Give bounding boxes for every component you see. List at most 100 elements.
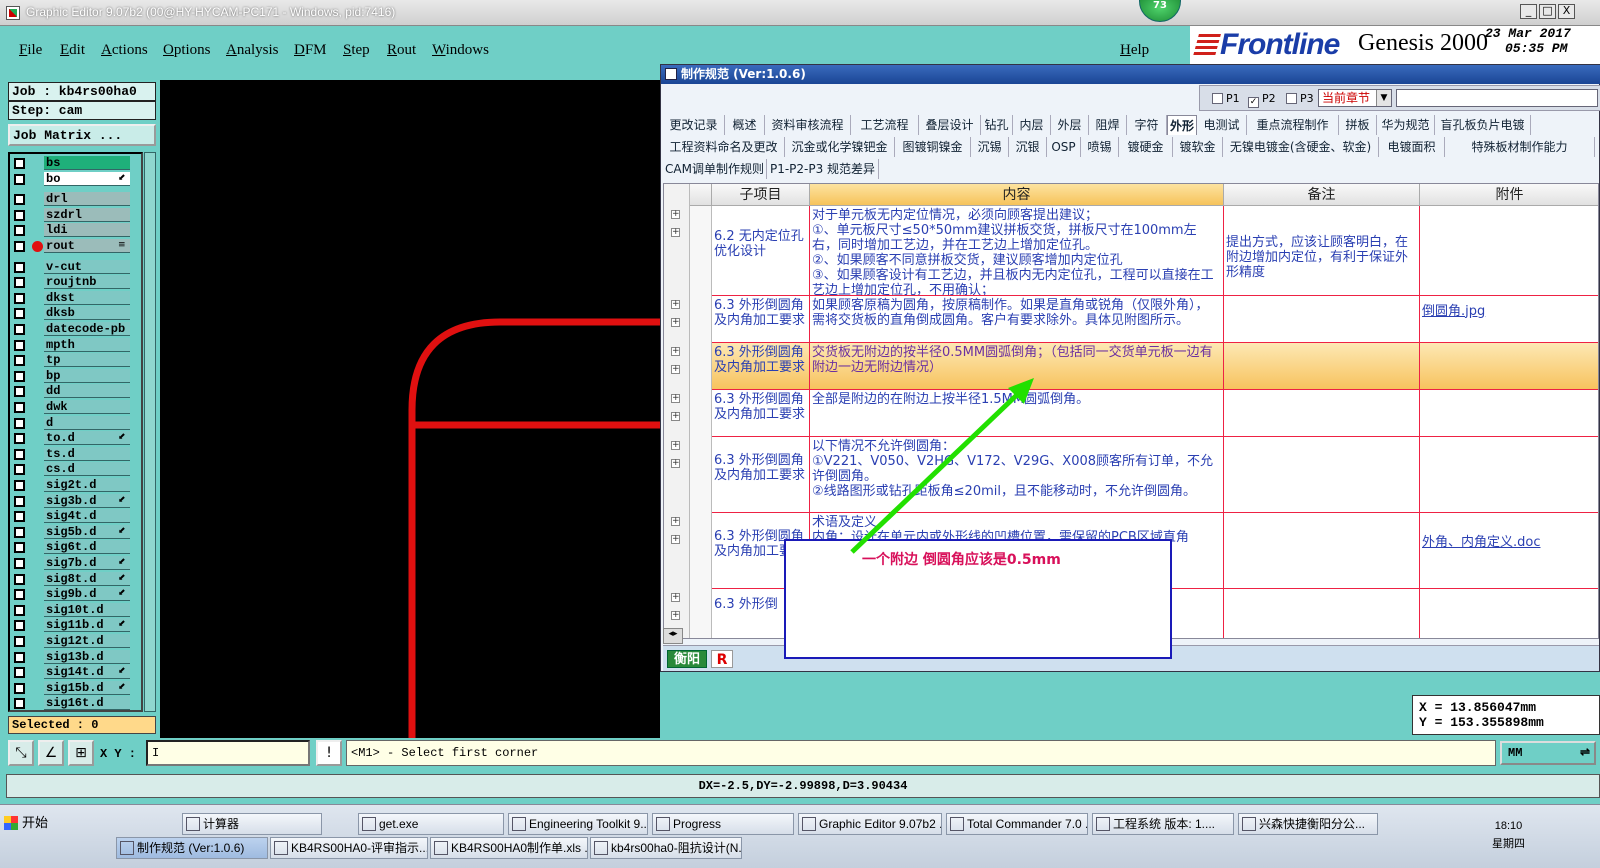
tab-row3-1[interactable]: P1-P2-P3 规范差异 bbox=[767, 159, 879, 179]
layer-row[interactable]: ts.d bbox=[10, 446, 141, 462]
expand-row-icon[interactable]: + bbox=[671, 611, 680, 620]
xy-input[interactable]: I bbox=[146, 740, 310, 766]
cell-attach[interactable] bbox=[1420, 343, 1598, 390]
zoom-area-icon[interactable]: ⤡ bbox=[8, 740, 34, 766]
header-sub[interactable]: 子项目 bbox=[712, 184, 810, 206]
branch-button[interactable]: 衡阳 bbox=[667, 650, 707, 668]
taskbar-item[interactable]: 制作规范 (Ver:1.0.6) bbox=[116, 837, 268, 859]
menu-file[interactable]: File bbox=[19, 42, 42, 59]
tab-row1-10[interactable]: 外形 bbox=[1167, 115, 1197, 135]
select-all-header[interactable] bbox=[690, 184, 712, 206]
layer-name[interactable]: sig16t.d bbox=[44, 696, 130, 710]
layer-checkbox[interactable] bbox=[14, 495, 25, 507]
layer-checkbox[interactable] bbox=[14, 308, 25, 320]
layer-checkbox[interactable] bbox=[14, 209, 25, 221]
layer-row[interactable]: bs bbox=[10, 156, 141, 171]
layer-row[interactable]: sig10t.d bbox=[10, 602, 141, 618]
layer-name[interactable]: dd bbox=[44, 384, 130, 399]
layer-row[interactable]: dwk bbox=[10, 400, 141, 415]
layer-row[interactable]: bo ⬋ bbox=[10, 171, 141, 187]
layer-name[interactable]: dwk bbox=[44, 400, 130, 414]
expand-row-icon[interactable]: + bbox=[671, 300, 680, 309]
layer-checkbox[interactable] bbox=[14, 667, 25, 679]
layer-list-scrollbar[interactable] bbox=[144, 152, 156, 712]
expand-row-icon[interactable]: + bbox=[671, 535, 680, 544]
layer-checkbox[interactable] bbox=[14, 386, 25, 398]
layer-checkbox[interactable] bbox=[14, 620, 25, 632]
layer-name[interactable]: szdrl bbox=[44, 207, 130, 222]
taskbar-item[interactable]: KB4RS00HA0-评审指示... bbox=[270, 837, 428, 859]
chevron-down-icon[interactable]: ▼ bbox=[1376, 90, 1391, 106]
start-button[interactable]: 开始 bbox=[2, 811, 48, 835]
info-icon[interactable]: ! bbox=[316, 740, 342, 766]
layer-checkbox[interactable] bbox=[14, 173, 25, 185]
layer-row[interactable]: sig11b.d ⬋ bbox=[10, 618, 141, 633]
expand-row-icon[interactable]: + bbox=[671, 347, 680, 356]
tab-row1-15[interactable]: 盲孔板负片电镀 bbox=[1435, 115, 1531, 135]
layer-name[interactable]: cs.d bbox=[44, 462, 130, 477]
menu-edit[interactable]: Edit bbox=[60, 42, 85, 59]
p3-checkbox[interactable]: P3 bbox=[1286, 92, 1314, 105]
layer-row[interactable]: dkst bbox=[10, 290, 141, 306]
layer-name[interactable]: dksb bbox=[44, 306, 130, 321]
menu-help[interactable]: Help bbox=[1120, 42, 1149, 59]
layer-row[interactable]: sig6t.d bbox=[10, 540, 141, 555]
cell-attach[interactable]: 倒圆角.jpg bbox=[1420, 296, 1598, 343]
layer-row[interactable]: sig15b.d ⬋ bbox=[10, 680, 141, 696]
layer-row[interactable]: tp bbox=[10, 353, 141, 368]
system-clock[interactable]: 18:10 星期四 bbox=[1492, 817, 1525, 853]
units-select[interactable]: MM ⇌ bbox=[1500, 741, 1596, 765]
layer-row[interactable]: sig14t.d ⬋ bbox=[10, 665, 141, 680]
expand-row-icon[interactable]: + bbox=[671, 210, 680, 219]
layer-checkbox[interactable] bbox=[14, 225, 25, 237]
tab-row1-12[interactable]: 重点流程制作 bbox=[1247, 115, 1339, 135]
chapter-select[interactable]: 当前章节 ▼ bbox=[1318, 89, 1392, 107]
tab-row1-4[interactable]: 叠层设计 bbox=[919, 115, 981, 135]
layer-checkbox[interactable] bbox=[14, 402, 25, 413]
layer-row[interactable]: cs.d bbox=[10, 462, 141, 477]
tab-row2-10[interactable]: 电镀面积 bbox=[1379, 137, 1445, 157]
taskbar-item[interactable]: Graphic Editor 9.07b2 ... bbox=[798, 813, 942, 835]
tab-row2-0[interactable]: 工程资料命名及更改 bbox=[663, 137, 785, 157]
taskbar-item[interactable]: 计算器 bbox=[182, 813, 322, 835]
p3-checkbox-box[interactable] bbox=[1286, 93, 1297, 104]
tab-row1-0[interactable]: 更改记录 bbox=[663, 115, 725, 135]
tab-row2-3[interactable]: 沉锡 bbox=[971, 137, 1009, 157]
layer-name[interactable]: sig13b.d bbox=[44, 649, 130, 664]
layer-checkbox[interactable] bbox=[14, 448, 25, 460]
layer-name[interactable]: bp bbox=[44, 368, 130, 383]
tab-row2-11[interactable]: 特殊板材制作能力 bbox=[1445, 137, 1595, 157]
layer-name[interactable]: ts.d bbox=[44, 446, 130, 461]
grid-icon[interactable]: ⊞ bbox=[68, 740, 94, 766]
layer-row[interactable]: sig9b.d ⬋ bbox=[10, 587, 141, 602]
layer-checkbox[interactable] bbox=[14, 604, 25, 616]
tab-row1-1[interactable]: 概述 bbox=[725, 115, 765, 135]
layer-checkbox[interactable] bbox=[14, 277, 25, 289]
cell-attach[interactable] bbox=[1420, 589, 1598, 638]
layer-row[interactable]: rout ≡ bbox=[10, 239, 141, 254]
layer-row[interactable]: sig2t.d bbox=[10, 478, 141, 493]
layer-row[interactable]: szdrl bbox=[10, 207, 141, 223]
tab-row2-7[interactable]: 镀硬金 bbox=[1119, 137, 1173, 157]
cell-attach[interactable] bbox=[1420, 437, 1598, 513]
layer-name[interactable]: sig12t.d bbox=[44, 634, 130, 648]
layer-row[interactable]: sig3b.d ⬋ bbox=[10, 493, 141, 509]
expand-row-icon[interactable]: + bbox=[671, 593, 680, 602]
menu-rout[interactable]: Rout bbox=[387, 42, 416, 59]
tab-row2-8[interactable]: 镀软金 bbox=[1173, 137, 1223, 157]
tab-row1-3[interactable]: 工艺流程 bbox=[851, 115, 919, 135]
layer-name[interactable]: sig4t.d bbox=[44, 509, 130, 524]
close-button[interactable]: X bbox=[1558, 4, 1575, 19]
layer-checkbox[interactable] bbox=[14, 370, 25, 382]
layer-checkbox[interactable] bbox=[14, 241, 25, 252]
search-input[interactable] bbox=[1396, 89, 1598, 107]
header-attach[interactable]: 附件 bbox=[1420, 184, 1598, 206]
layer-checkbox[interactable] bbox=[14, 558, 25, 569]
layer-checkbox[interactable] bbox=[14, 480, 25, 491]
layer-checkbox[interactable] bbox=[14, 158, 25, 169]
tab-row2-1[interactable]: 沉金或化学镍钯金 bbox=[785, 137, 895, 157]
layer-checkbox[interactable] bbox=[14, 324, 25, 335]
menu-analysis[interactable]: Analysis bbox=[226, 42, 279, 59]
layer-row[interactable]: sig4t.d bbox=[10, 509, 141, 524]
layer-name[interactable]: mpth bbox=[44, 337, 130, 352]
